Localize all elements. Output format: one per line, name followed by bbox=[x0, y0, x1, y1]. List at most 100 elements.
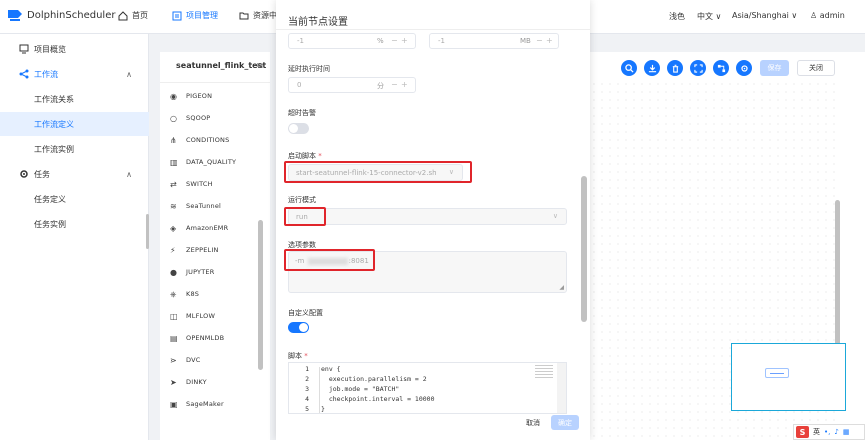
fullscreen-button[interactable] bbox=[690, 60, 706, 76]
timeout-alarm-switch[interactable] bbox=[288, 123, 309, 134]
keyboard-icon[interactable]: ▦ bbox=[843, 428, 850, 436]
delay-time-value: 0 bbox=[297, 81, 302, 89]
gear-icon bbox=[20, 170, 28, 178]
task-type-item[interactable]: ⎈ K8S bbox=[170, 285, 262, 303]
theme-menu[interactable]: 浅色 bbox=[669, 11, 685, 22]
download-button[interactable] bbox=[644, 60, 660, 76]
task-data-quality-icon: ▥ bbox=[170, 157, 178, 167]
code-minimap[interactable] bbox=[535, 365, 553, 385]
sidebar-item-project-overview[interactable]: 项目概览 bbox=[0, 37, 149, 61]
plus-icon[interactable]: + bbox=[401, 80, 408, 89]
divider bbox=[160, 82, 270, 83]
workflow-icon bbox=[19, 69, 29, 79]
task-type-item[interactable]: ○ SQOOP bbox=[170, 109, 262, 127]
switch-knob bbox=[299, 323, 308, 332]
app-name: DolphinScheduler bbox=[27, 9, 116, 21]
nav-home[interactable]: 首页 bbox=[118, 10, 148, 21]
timezone-menu[interactable]: Asia/Shanghai ∨ bbox=[732, 11, 797, 20]
trash-icon bbox=[672, 64, 678, 73]
language-label: 中文 bbox=[697, 12, 713, 21]
confirm-button[interactable]: 确定 bbox=[551, 415, 579, 430]
drawer-scrollbar[interactable] bbox=[581, 176, 587, 322]
task-type-item[interactable]: ➤ DINKY bbox=[170, 373, 262, 391]
script-editor[interactable]: 1 env {2 execution.parallelism = 23 job.m… bbox=[288, 362, 567, 414]
task-type-item[interactable]: ● JUPYTER bbox=[170, 263, 262, 281]
delay-time-input[interactable]: 0 分 − + bbox=[288, 77, 416, 93]
task-seatunnel-icon: ≋ bbox=[170, 201, 177, 211]
cpu-quota-unit: % bbox=[377, 37, 384, 45]
task-list-scrollbar[interactable] bbox=[258, 220, 263, 370]
cpu-quota-input[interactable]: -1 % − + bbox=[288, 33, 416, 49]
resize-handle-icon[interactable]: ◢ bbox=[559, 284, 564, 291]
cancel-button[interactable]: 取消 bbox=[526, 418, 540, 428]
copy-icon[interactable]: ⧉ bbox=[257, 61, 263, 71]
task-type-item[interactable]: ⚡ ZEPPELIN bbox=[170, 241, 262, 259]
editor-scrollbar[interactable] bbox=[557, 363, 566, 413]
script-label-text: 脚本 bbox=[288, 352, 302, 360]
sidebar-group-task[interactable]: 任务 ∧ bbox=[0, 162, 149, 186]
task-type-item[interactable]: ⋗ DVC bbox=[170, 351, 262, 369]
custom-config-switch[interactable] bbox=[288, 322, 309, 333]
sidebar-item-task-definition[interactable]: 任务定义 bbox=[0, 187, 149, 211]
search-button[interactable] bbox=[621, 60, 637, 76]
memory-max-value: -1 bbox=[438, 37, 445, 45]
sidebar-item-label: 工作流实例 bbox=[34, 144, 74, 154]
task-type-label: DINKY bbox=[186, 378, 207, 386]
plus-icon[interactable]: + bbox=[546, 36, 553, 45]
nav-project[interactable]: 项目管理 bbox=[172, 10, 218, 21]
project-icon bbox=[172, 11, 182, 20]
minus-icon[interactable]: − bbox=[391, 36, 398, 45]
task-type-item[interactable]: ◉ PIGEON bbox=[170, 87, 262, 105]
ime-language[interactable]: 英 bbox=[813, 427, 820, 437]
sidebar-group-workflow[interactable]: 工作流 ∧ bbox=[0, 62, 149, 86]
user-menu[interactable]: ♙ admin bbox=[810, 11, 845, 20]
task-type-label: MLFLOW bbox=[186, 312, 216, 320]
sidebar-item-workflow-instance[interactable]: 工作流实例 bbox=[0, 137, 149, 161]
task-type-item[interactable]: ⋔ CONDITIONS bbox=[170, 131, 262, 149]
sidebar-item-task-instance[interactable]: 任务实例 bbox=[0, 212, 149, 236]
punctuation-icon[interactable]: •, bbox=[824, 428, 830, 436]
required-mark: * bbox=[304, 352, 308, 360]
nav-resource[interactable]: 资源中 bbox=[239, 10, 277, 21]
save-button[interactable]: 保存 bbox=[760, 60, 789, 76]
task-type-label: DATA_QUALITY bbox=[186, 158, 237, 166]
memory-max-input[interactable]: -1 MB − + bbox=[429, 33, 559, 49]
task-type-item[interactable]: ◫ MLFLOW bbox=[170, 307, 262, 325]
delete-button[interactable] bbox=[667, 60, 683, 76]
sidebar-scrollbar[interactable] bbox=[146, 214, 149, 249]
task-type-item[interactable]: ⇄ SWITCH bbox=[170, 175, 262, 193]
run-mode-select[interactable]: run ∨ bbox=[288, 208, 567, 225]
layout-icon bbox=[717, 64, 725, 72]
startup-script-label-text: 启动脚本 bbox=[288, 152, 316, 160]
plus-icon[interactable]: + bbox=[401, 36, 408, 45]
task-type-item[interactable]: ▣ SageMaker bbox=[170, 395, 262, 413]
canvas-minimap[interactable] bbox=[731, 343, 846, 411]
format-button[interactable] bbox=[713, 60, 729, 76]
chevron-down-icon: ∨ bbox=[552, 212, 558, 220]
minimap-node bbox=[765, 368, 789, 378]
ime-toolbar[interactable]: S 英 •, ♪ ▦ bbox=[793, 424, 865, 440]
custom-config-label: 自定义配置 bbox=[288, 309, 323, 317]
language-menu[interactable]: 中文 ∨ bbox=[697, 11, 721, 22]
task-type-label: DVC bbox=[186, 356, 201, 364]
minus-icon[interactable]: − bbox=[536, 36, 543, 45]
sidebar-item-label: 工作流关系 bbox=[34, 94, 74, 104]
task-type-item[interactable]: ≋ SeaTunnel bbox=[170, 197, 262, 215]
delay-time-unit: 分 bbox=[377, 82, 384, 90]
app-logo[interactable]: DolphinScheduler bbox=[6, 7, 115, 23]
task-type-item[interactable]: ◈ AmazonEMR bbox=[170, 219, 262, 237]
code-line: 5} bbox=[289, 405, 539, 413]
sidebar-group-label: 工作流 bbox=[34, 69, 58, 79]
settings-button[interactable] bbox=[736, 60, 752, 76]
close-button[interactable]: 关闭 bbox=[797, 60, 835, 76]
task-type-label: SWITCH bbox=[186, 180, 213, 188]
sidebar-item-workflow-relation[interactable]: 工作流关系 bbox=[0, 87, 149, 111]
task-k8s-icon: ⎈ bbox=[170, 289, 177, 299]
sidebar-item-workflow-definition[interactable]: 工作流定义 bbox=[0, 112, 149, 136]
minus-icon[interactable]: − bbox=[391, 80, 398, 89]
microphone-icon[interactable]: ♪ bbox=[834, 428, 838, 436]
sidebar-item-label: 任务定义 bbox=[34, 194, 66, 204]
task-type-item[interactable]: ▥ DATA_QUALITY bbox=[170, 153, 262, 171]
task-type-item[interactable]: ▤ OPENMLDB bbox=[170, 329, 262, 347]
highlight-box bbox=[284, 249, 375, 271]
